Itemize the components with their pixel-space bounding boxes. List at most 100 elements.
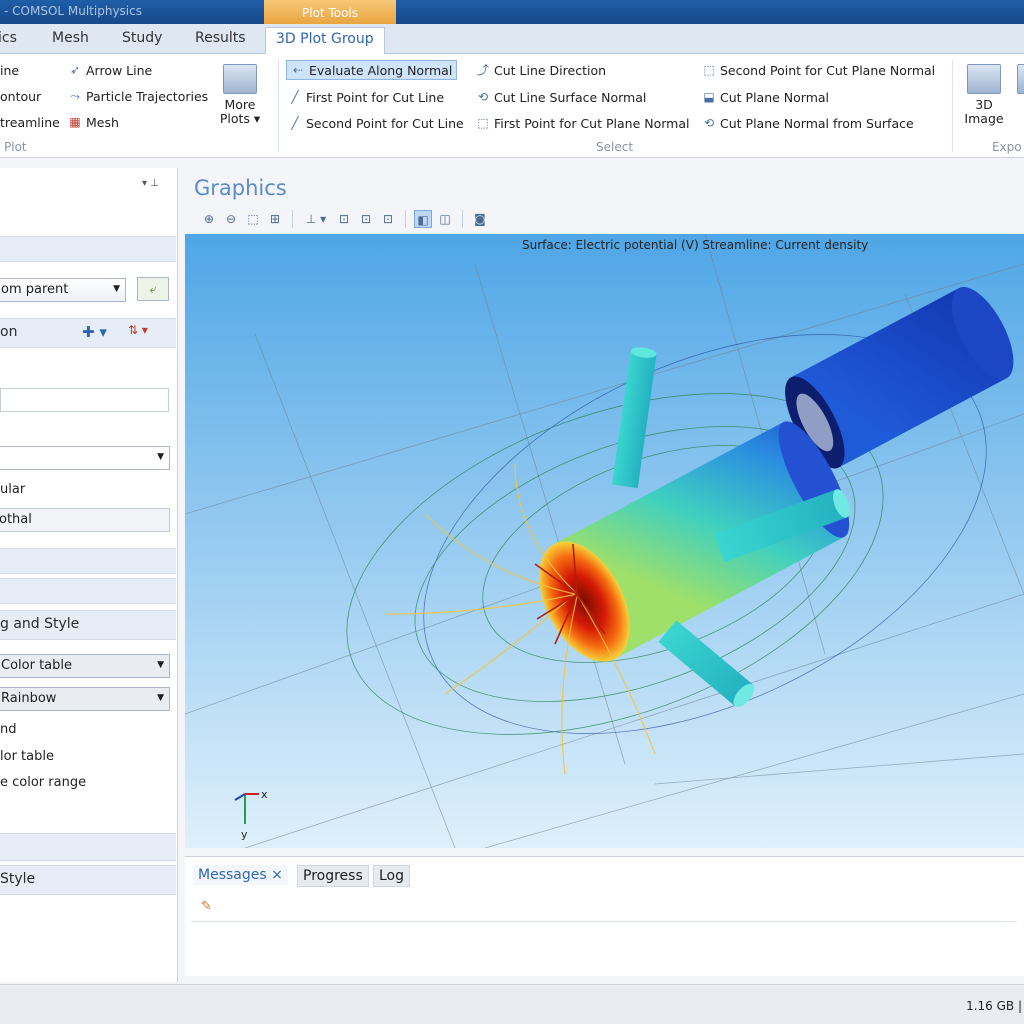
go-to-source-button[interactable]: ⤶ [137, 277, 169, 301]
style-section-label: Style [0, 871, 36, 887]
scene-light-icon[interactable]: ◧ [414, 210, 432, 228]
3d-image-button[interactable]: 3D Image [962, 64, 1006, 126]
plot-group-caption: Plot [4, 140, 27, 154]
tab-mesh[interactable]: Mesh [52, 30, 89, 46]
settings-panel: ▾ ⊥ om parent ▼ ⤶ on ✚ ▾ ⇅ ▾ ▼ ular othal… [0, 168, 178, 982]
ribbon-separator [278, 60, 279, 152]
add-icon[interactable]: ✚ ▾ [82, 323, 107, 341]
color-table-combo[interactable]: Rainbow ▼ [0, 687, 170, 711]
deformation-section-header[interactable] [0, 833, 176, 861]
graphics-viewport[interactable]: x y [185, 234, 1024, 848]
expression-icon[interactable]: ⇅ ▾ [128, 323, 148, 337]
tab-log[interactable]: Log [373, 865, 411, 887]
surface-normal-icon: ⟲ [477, 90, 489, 104]
toolbar-separator [292, 210, 293, 228]
divider [191, 921, 1017, 922]
camera-icon[interactable]: ◙ [471, 210, 489, 228]
particle-trajectories-label: Particle Trajectories [86, 88, 209, 104]
description-value: othal [0, 512, 32, 527]
export-button[interactable] [1012, 64, 1024, 98]
streamline-plot-button[interactable]: treamline [0, 112, 60, 132]
plot-caption: Surface: Electric potential (V) Streamli… [522, 238, 869, 252]
ribbon: ine ontour treamline ➶ Arrow Line ⤳ Partic… [0, 54, 1024, 158]
mesh-plot-button[interactable]: ▦ Mesh [68, 112, 119, 132]
cut-plane-normal-button[interactable]: ⬓ Cut Plane Normal [702, 87, 829, 107]
tab-study[interactable]: Study [122, 30, 162, 46]
tab-3d-plot-group[interactable]: 3D Plot Group [265, 27, 385, 55]
mesh-icon: ▦ [69, 115, 81, 129]
arrow-line-button[interactable]: ➶ Arrow Line [68, 60, 152, 80]
unit-label: ular [0, 482, 26, 497]
second-point-cut-line-button[interactable]: ╱ Second Point for Cut Line [288, 113, 463, 133]
export-group-caption: Expo [992, 140, 1022, 154]
more-plots-label-2: Plots ▾ [219, 111, 261, 126]
ribbon-tab-bar: ics Mesh Study Results 3D Plot Group [0, 24, 1024, 55]
select-group-caption: Select [596, 140, 634, 154]
cut-line-direction-label: Cut Line Direction [494, 62, 607, 78]
view-zx-icon[interactable]: ⊡ [379, 210, 397, 228]
legend-checkbox-label[interactable]: nd [0, 722, 17, 737]
second-point-cut-plane-normal-button[interactable]: ⬚ Second Point for Cut Plane Normal [702, 60, 935, 80]
zoom-box-icon[interactable]: ⬚ [244, 210, 262, 228]
view-axes-icon[interactable]: ⊥ ▾ [301, 210, 331, 228]
toolbar-separator [405, 210, 406, 228]
first-point-cut-line-button[interactable]: ╱ First Point for Cut Line [288, 87, 444, 107]
export-icon [1017, 64, 1024, 94]
cut-plane-normal-from-surface-label: Cut Plane Normal from Surface [720, 115, 914, 131]
parent-combo[interactable]: om parent ▼ [0, 278, 126, 302]
reverse-color-table-label[interactable]: lor table [0, 749, 54, 764]
zoom-out-icon[interactable]: ⊖ [222, 210, 240, 228]
settings-section-header[interactable] [0, 236, 176, 262]
contour-plot-label: ontour [0, 88, 42, 104]
particle-trajectories-button[interactable]: ⤳ Particle Trajectories [68, 86, 208, 106]
more-plots-button[interactable]: More Plots ▾ [218, 64, 262, 126]
panel-pin-icon[interactable]: ▾ ⊥ [142, 178, 159, 189]
surface-normal-icon: ⟲ [703, 116, 715, 130]
toolbar-separator [462, 210, 463, 228]
coloring-type-combo[interactable]: Color table ▼ [0, 654, 170, 678]
range-section-header[interactable] [0, 548, 176, 574]
data-section-header[interactable]: on ✚ ▾ ⇅ ▾ [0, 318, 176, 348]
first-point-cut-plane-normal-button[interactable]: ⬚ First Point for Cut Plane Normal [476, 113, 689, 133]
coloring-type-value: Color table [1, 658, 72, 673]
view-xy-icon[interactable]: ⊡ [335, 210, 353, 228]
evaluate-along-normal-button[interactable]: ⇠ Evaluate Along Normal [286, 60, 458, 80]
color-table-value: Rainbow [1, 691, 57, 706]
cut-plane-icon: ⬚ [477, 116, 489, 130]
tab-physics[interactable]: ics [0, 30, 17, 46]
ribbon-separator [952, 60, 953, 152]
unit-combo[interactable]: ▼ [0, 446, 170, 470]
first-point-cut-plane-normal-label: First Point for Cut Plane Normal [494, 115, 690, 131]
coloring-and-style-header[interactable]: g and Style [0, 610, 176, 640]
more-plots-icon [223, 64, 257, 94]
clear-messages-icon[interactable]: ✎ [201, 899, 212, 914]
zoom-extents-icon[interactable]: ⊞ [266, 210, 284, 228]
coloring-header-label: g and Style [0, 616, 80, 632]
axis-x-label: x [261, 788, 268, 801]
chevron-down-icon: ▼ [113, 284, 120, 294]
graphics-toolbar: ⊕ ⊖ ⬚ ⊞ ⊥ ▾ ⊡ ⊡ ⊡ ◧ ◫ ◙ [200, 206, 489, 232]
plot-tools-context-tab[interactable]: Plot Tools [264, 0, 396, 26]
contour-plot-button[interactable]: ontour [0, 86, 41, 106]
expression-field[interactable] [0, 388, 169, 412]
evaluate-normal-icon: ⇠ [292, 63, 304, 77]
section-label: on [0, 324, 18, 340]
tab-results[interactable]: Results [195, 30, 246, 46]
description-field[interactable]: othal [0, 508, 170, 532]
transparency-icon[interactable]: ◫ [436, 210, 454, 228]
quality-section-header[interactable] [0, 578, 176, 604]
tab-progress[interactable]: Progress [297, 865, 369, 887]
line-plot-button[interactable]: ine [0, 60, 19, 80]
arrow-line-icon: ➶ [69, 63, 81, 77]
more-plots-label: More [224, 97, 256, 112]
cut-line-surface-normal-button[interactable]: ⟲ Cut Line Surface Normal [476, 87, 646, 107]
view-yz-icon[interactable]: ⊡ [357, 210, 375, 228]
style-section-header[interactable]: Style [0, 865, 176, 895]
zoom-in-icon[interactable]: ⊕ [200, 210, 218, 228]
tab-messages[interactable]: Messages × [193, 865, 288, 885]
particle-trajectories-icon: ⤳ [70, 89, 80, 103]
symmetrize-color-range-label[interactable]: e color range [0, 775, 86, 790]
image-icon [967, 64, 1001, 94]
cut-plane-normal-from-surface-button[interactable]: ⟲ Cut Plane Normal from Surface [702, 113, 914, 133]
cut-line-direction-button[interactable]: ⤴ Cut Line Direction [476, 60, 606, 80]
